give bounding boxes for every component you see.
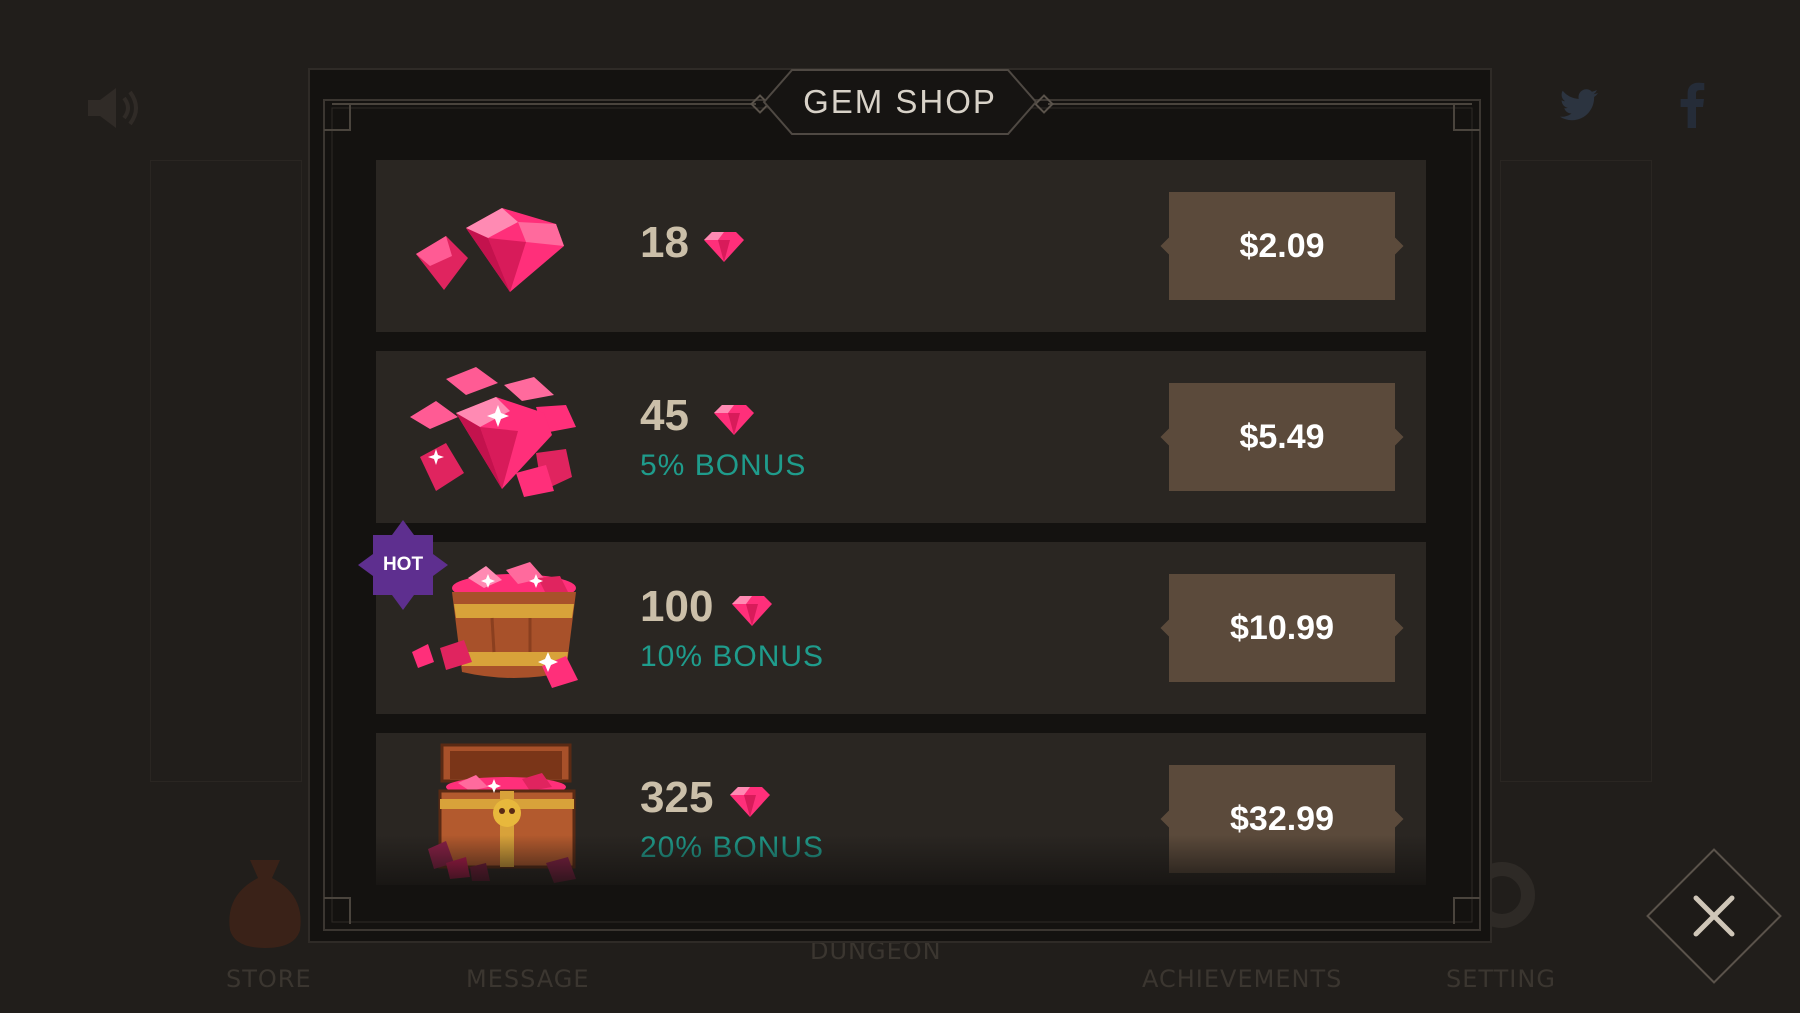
gem-amount: 45: [640, 391, 689, 440]
buy-button[interactable]: $10.99: [1169, 574, 1395, 682]
buy-button[interactable]: $5.49: [1169, 383, 1395, 491]
gem-amount: 18: [640, 218, 689, 267]
buy-button[interactable]: $32.99: [1169, 765, 1395, 873]
shop-title: GEM SHOP: [803, 83, 997, 120]
gem-icon: [732, 596, 772, 626]
speaker-icon: [88, 88, 138, 128]
gem-icon: [730, 787, 770, 817]
nav-label-store: STORE: [226, 965, 312, 993]
small-gem-pile-image: [416, 208, 564, 292]
price-label: $32.99: [1230, 799, 1334, 838]
bonus-label: 20% BONUS: [640, 831, 825, 864]
hot-badge-label: HOT: [382, 554, 424, 575]
gem-icon: [714, 405, 754, 435]
bonus-label: 5% BONUS: [640, 449, 807, 482]
list-item: 18 $2.09: [376, 160, 1426, 332]
gem-package-list[interactable]: 18 $2.09 45 5% BONUS $5.49 100 10% BONUS…: [376, 160, 1426, 885]
nav-label-message: MESSAGE: [466, 965, 590, 993]
price-label: $2.09: [1239, 226, 1325, 265]
close-button[interactable]: [1646, 848, 1782, 984]
twitter-icon: [1560, 89, 1598, 121]
nav-label-achievements: ACHIEVEMENTS: [1142, 965, 1343, 993]
price-label: $10.99: [1230, 608, 1334, 647]
gem-pile-image: [410, 367, 576, 497]
gem-treasure-chest-image: [428, 743, 576, 883]
buy-button[interactable]: $2.09: [1169, 192, 1395, 300]
background-left-panel: [150, 160, 302, 782]
list-item: 45 5% BONUS $5.49: [376, 351, 1426, 523]
background-right-panel: [1500, 160, 1652, 782]
gem-amount: 325: [640, 773, 714, 822]
price-label: $5.49: [1239, 417, 1325, 456]
list-item: 325 20% BONUS $32.99: [376, 733, 1426, 885]
facebook-icon: [1680, 82, 1705, 128]
list-item: 100 10% BONUS $10.99: [376, 542, 1426, 714]
bonus-label: 10% BONUS: [640, 640, 825, 673]
gem-amount: 100: [640, 582, 714, 631]
bag-icon: [229, 860, 301, 948]
nav-label-setting: SETTING: [1446, 965, 1556, 993]
gem-icon: [704, 232, 744, 262]
